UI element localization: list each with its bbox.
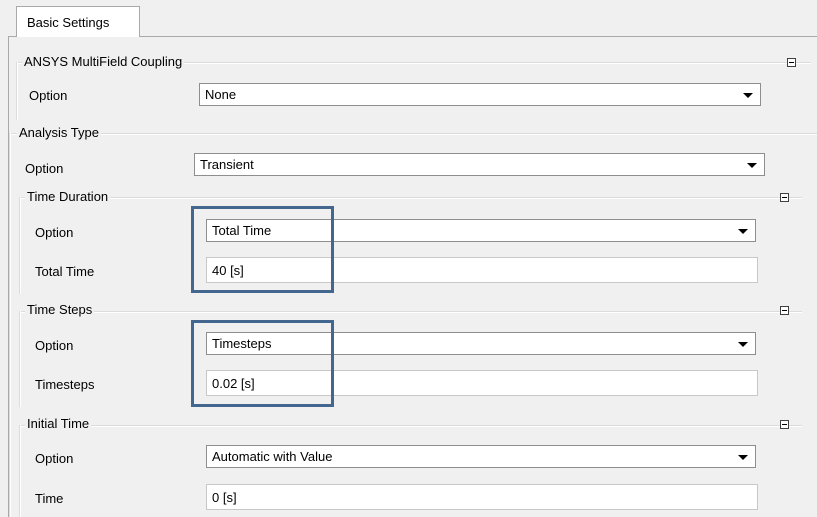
analysis-group-left-border xyxy=(9,133,11,517)
time-steps-collapse-icon[interactable] xyxy=(780,306,789,315)
multifield-option-value: None xyxy=(205,87,237,102)
time-duration-option-label: Option xyxy=(35,225,74,240)
highlight-box-time-duration xyxy=(191,206,334,293)
tab-label: Basic Settings xyxy=(27,15,110,30)
time-duration-group-border xyxy=(21,197,802,199)
analysis-option-value: Transient xyxy=(200,157,254,172)
dropdown-arrow-icon xyxy=(738,455,748,460)
initial-time-group-title: Initial Time xyxy=(25,416,92,431)
analysis-option-label: Option xyxy=(25,161,64,176)
time-steps-group-title: Time Steps xyxy=(25,302,95,317)
dropdown-arrow-icon xyxy=(738,342,748,347)
analysis-group-title: Analysis Type xyxy=(17,125,101,140)
dropdown-arrow-icon xyxy=(747,163,757,168)
multifield-collapse-icon[interactable] xyxy=(787,58,796,67)
multifield-group-left-border xyxy=(16,62,18,120)
time-steps-option-label: Option xyxy=(35,338,74,353)
time-steps-group-border xyxy=(21,311,802,313)
time-input[interactable]: 0 [s] xyxy=(206,484,758,510)
analysis-group-border xyxy=(11,133,817,135)
multifield-option-select[interactable]: None xyxy=(199,83,761,106)
total-time-label: Total Time xyxy=(35,264,95,279)
analysis-option-select[interactable]: Transient xyxy=(194,153,765,176)
highlight-box-time-steps xyxy=(191,320,334,407)
time-value: 0 [s] xyxy=(212,490,237,505)
tab-basic-settings[interactable]: Basic Settings xyxy=(16,6,140,37)
initial-time-group-border xyxy=(21,425,802,427)
time-duration-group-title: Time Duration xyxy=(25,189,111,204)
time-steps-group-left-border xyxy=(19,311,21,407)
multifield-group-title: ANSYS MultiField Coupling xyxy=(22,54,185,69)
multifield-option-label: Option xyxy=(29,88,68,103)
timesteps-label: Timesteps xyxy=(35,377,95,392)
initial-time-option-label: Option xyxy=(35,451,74,466)
initial-time-option-value: Automatic with Value xyxy=(212,449,333,464)
dropdown-arrow-icon xyxy=(743,93,753,98)
dropdown-arrow-icon xyxy=(738,229,748,234)
time-label: Time xyxy=(35,491,64,506)
initial-time-collapse-icon[interactable] xyxy=(780,420,789,429)
initial-time-group-left-border xyxy=(19,425,21,517)
time-duration-collapse-icon[interactable] xyxy=(780,193,789,202)
time-duration-group-left-border xyxy=(19,197,21,294)
initial-time-option-select[interactable]: Automatic with Value xyxy=(206,445,756,468)
